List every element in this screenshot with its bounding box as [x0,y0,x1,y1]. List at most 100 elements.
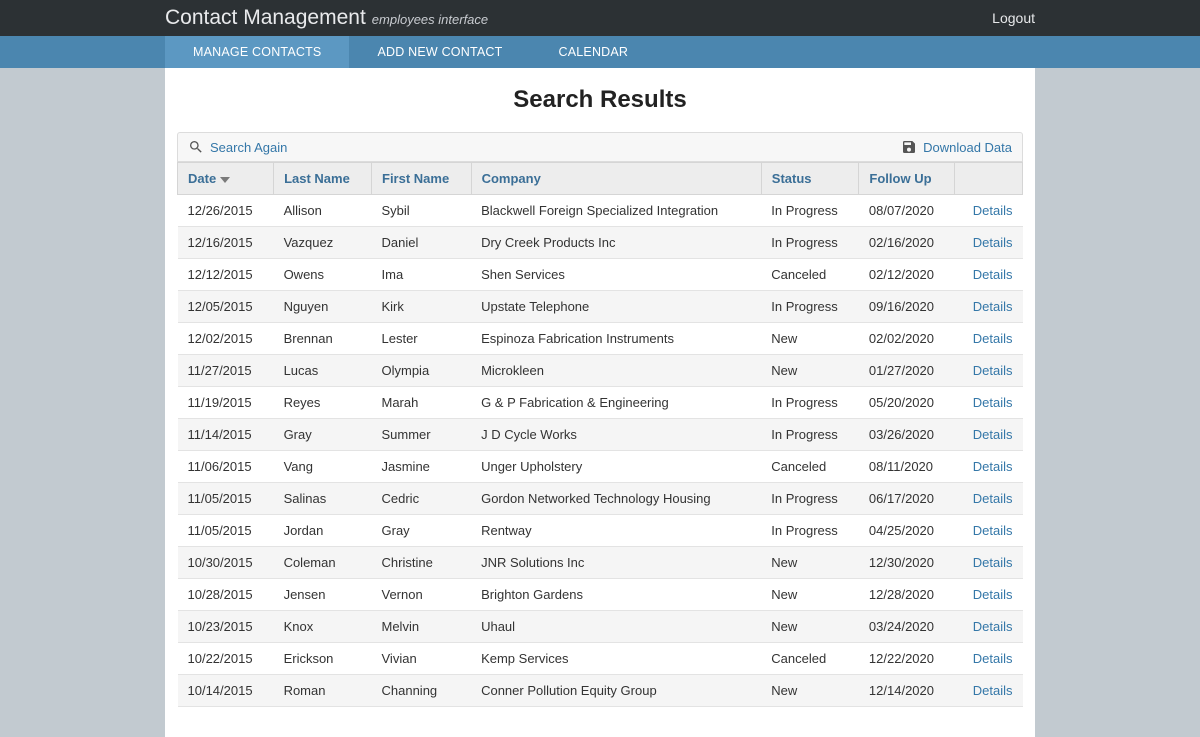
cell: 10/22/2015 [178,643,274,675]
column-header-company[interactable]: Company [471,163,761,195]
details-link[interactable]: Details [965,555,1013,570]
cell: Shen Services [471,259,761,291]
cell: 08/11/2020 [859,451,955,483]
cell: Coleman [274,547,372,579]
details-link[interactable]: Details [965,459,1013,474]
details-link[interactable]: Details [965,363,1013,378]
cell: 11/06/2015 [178,451,274,483]
table-row: 10/30/2015ColemanChristineJNR Solutions … [178,547,1023,579]
cell: 11/05/2015 [178,515,274,547]
logout-link[interactable]: Logout [992,10,1035,26]
cell: Microkleen [471,355,761,387]
cell: JNR Solutions Inc [471,547,761,579]
cell: 05/20/2020 [859,387,955,419]
search-icon [188,139,204,155]
results-table: DateLast NameFirst NameCompanyStatusFoll… [177,162,1023,707]
cell: 11/05/2015 [178,483,274,515]
details-link[interactable]: Details [965,235,1013,250]
cell: New [761,579,859,611]
table-row: 10/28/2015JensenVernonBrighton GardensNe… [178,579,1023,611]
cell: Marah [372,387,472,419]
table-row: 10/14/2015RomanChanningConner Pollution … [178,675,1023,707]
table-row: 12/05/2015NguyenKirkUpstate TelephoneIn … [178,291,1023,323]
cell: Rentway [471,515,761,547]
details-link[interactable]: Details [965,491,1013,506]
cell: 12/12/2015 [178,259,274,291]
navbar: MANAGE CONTACTSADD NEW CONTACTCALENDAR [0,36,1200,68]
page-title: Search Results [177,86,1023,114]
page: Search Results Search Again Download Dat… [165,68,1035,737]
cell: Knox [274,611,372,643]
details-link[interactable]: Details [965,395,1013,410]
column-header-date[interactable]: Date [178,163,274,195]
cell: Canceled [761,643,859,675]
cell: Jordan [274,515,372,547]
details-link[interactable]: Details [965,619,1013,634]
nav-tab-manage-contacts[interactable]: MANAGE CONTACTS [165,36,349,68]
table-row: 12/26/2015AllisonSybilBlackwell Foreign … [178,195,1023,227]
cell: Salinas [274,483,372,515]
cell: Jensen [274,579,372,611]
cell: Nguyen [274,291,372,323]
cell: 10/30/2015 [178,547,274,579]
details-link[interactable]: Details [965,683,1013,698]
cell: 09/16/2020 [859,291,955,323]
cell: Owens [274,259,372,291]
details-link[interactable]: Details [965,587,1013,602]
details-link[interactable]: Details [965,523,1013,538]
cell: New [761,675,859,707]
column-header-details [955,163,1023,195]
cell: Kirk [372,291,472,323]
cell: 01/27/2020 [859,355,955,387]
cell: Allison [274,195,372,227]
cell: Reyes [274,387,372,419]
column-header-last-name[interactable]: Last Name [274,163,372,195]
table-row: 11/05/2015SalinasCedricGordon Networked … [178,483,1023,515]
table-row: 12/16/2015VazquezDanielDry Creek Product… [178,227,1023,259]
cell: Olympia [372,355,472,387]
column-header-first-name[interactable]: First Name [372,163,472,195]
cell: 12/05/2015 [178,291,274,323]
table-row: 11/05/2015JordanGrayRentwayIn Progress04… [178,515,1023,547]
cell: 11/19/2015 [178,387,274,419]
search-again-label: Search Again [210,140,287,155]
cell: 11/14/2015 [178,419,274,451]
cell: Cedric [372,483,472,515]
toolbar: Search Again Download Data [177,132,1023,162]
table-row: 11/14/2015GraySummerJ D Cycle WorksIn Pr… [178,419,1023,451]
cell: Upstate Telephone [471,291,761,323]
details-link[interactable]: Details [965,267,1013,282]
column-header-follow-up[interactable]: Follow Up [859,163,955,195]
cell: Vivian [372,643,472,675]
details-link[interactable]: Details [965,651,1013,666]
details-link[interactable]: Details [965,299,1013,314]
cell: Christine [372,547,472,579]
cell: Daniel [372,227,472,259]
details-link[interactable]: Details [965,203,1013,218]
cell: Sybil [372,195,472,227]
nav-tab-calendar[interactable]: CALENDAR [530,36,656,68]
table-row: 12/12/2015OwensImaShen ServicesCanceled0… [178,259,1023,291]
save-icon [901,139,917,155]
sort-desc-icon [220,177,230,183]
details-link[interactable]: Details [965,331,1013,346]
column-header-status[interactable]: Status [761,163,859,195]
brand-title: Contact Management [165,6,366,30]
cell: Kemp Services [471,643,761,675]
cell: In Progress [761,227,859,259]
cell: Conner Pollution Equity Group [471,675,761,707]
cell: In Progress [761,515,859,547]
cell: Roman [274,675,372,707]
download-data-link[interactable]: Download Data [901,139,1012,155]
cell: In Progress [761,387,859,419]
cell: Summer [372,419,472,451]
details-link[interactable]: Details [965,427,1013,442]
search-again-link[interactable]: Search Again [188,139,287,155]
brand-subtitle: employees interface [372,12,488,27]
cell: Gray [274,419,372,451]
cell: Gordon Networked Technology Housing [471,483,761,515]
nav-tab-add-new-contact[interactable]: ADD NEW CONTACT [349,36,530,68]
cell: Espinoza Fabrication Instruments [471,323,761,355]
cell: J D Cycle Works [471,419,761,451]
cell: Erickson [274,643,372,675]
